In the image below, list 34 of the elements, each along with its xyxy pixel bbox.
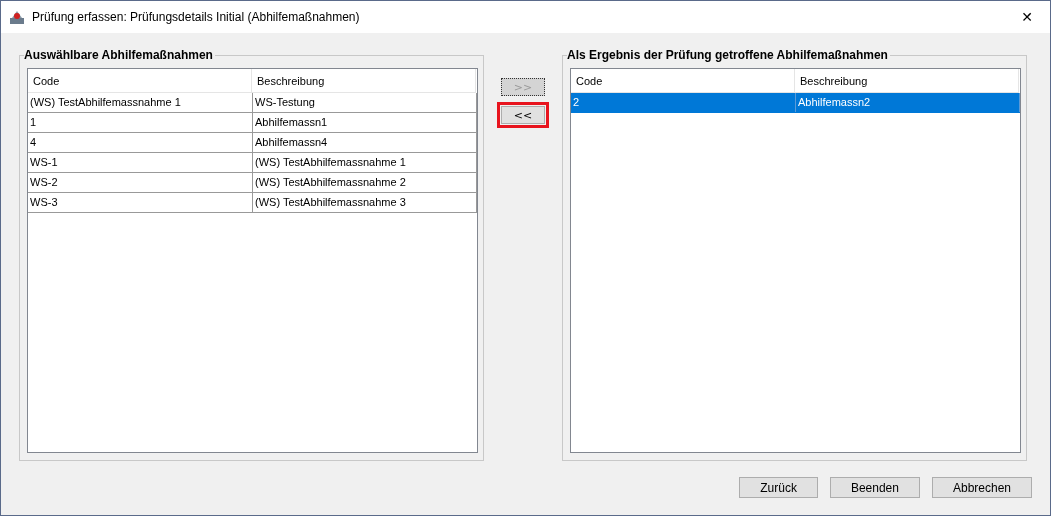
table-cell: 1: [28, 113, 253, 132]
close-button[interactable]: ✕: [1004, 1, 1050, 33]
table-cell: Abhilfemassn4: [253, 133, 477, 152]
column-header[interactable]: Beschreibung: [252, 69, 476, 93]
column-header[interactable]: Beschreibung: [795, 69, 1019, 93]
app-icon: [9, 9, 25, 25]
table-cell: (WS) TestAbhilfemassnahme 3: [253, 193, 477, 212]
table-cell: 4: [28, 133, 253, 152]
table-cell: (WS) TestAbhilfemassnahme 2: [253, 173, 477, 192]
column-header[interactable]: Code: [28, 69, 252, 93]
table-cell: (WS) TestAbhilfemassnahme 1: [253, 153, 477, 172]
table-cell: 2: [571, 93, 796, 112]
table-cell: WS-2: [28, 173, 253, 192]
table-cell: Abhilfemassn2: [796, 93, 1020, 112]
table-row[interactable]: 2 Abhilfemassn2: [571, 93, 1020, 113]
table-row[interactable]: 4 Abhilfemassn4: [28, 133, 477, 153]
window-title: Prüfung erfassen: Prüfungsdetails Initial (Abhilfemaßnahmen): [32, 10, 361, 24]
column-header[interactable]: Code: [571, 69, 795, 93]
transfer-button[interactable]: <<: [501, 106, 545, 124]
table-row[interactable]: WS-1 (WS) TestAbhilfemassnahme 1: [28, 153, 477, 173]
table-cell: WS-Testung: [253, 93, 477, 112]
table-cell: Abhilfemassn1: [253, 113, 477, 132]
dialog-button[interactable]: Abbrechen: [931, 477, 1032, 498]
table-cell: (WS) TestAbhilfemassnahme 1: [28, 93, 253, 112]
table-row[interactable]: (WS) TestAbhilfemassnahme 1 WS-Testung: [28, 93, 477, 113]
table-row[interactable]: 1 Abhilfemassn1: [28, 113, 477, 133]
dialog-button[interactable]: Zurück: [739, 477, 818, 498]
group-title: Auswählbare Abhilfemaßnahmen: [24, 48, 215, 62]
table-row[interactable]: WS-2 (WS) TestAbhilfemassnahme 2: [28, 173, 477, 193]
table-cell: WS-3: [28, 193, 253, 212]
table-row[interactable]: WS-3 (WS) TestAbhilfemassnahme 3: [28, 193, 477, 213]
table-cell: WS-1: [28, 153, 253, 172]
dialog-button[interactable]: Beenden: [829, 477, 920, 498]
group-title: Als Ergebnis der Prüfung getroffene Abhilfemaßnahmen: [567, 48, 890, 62]
